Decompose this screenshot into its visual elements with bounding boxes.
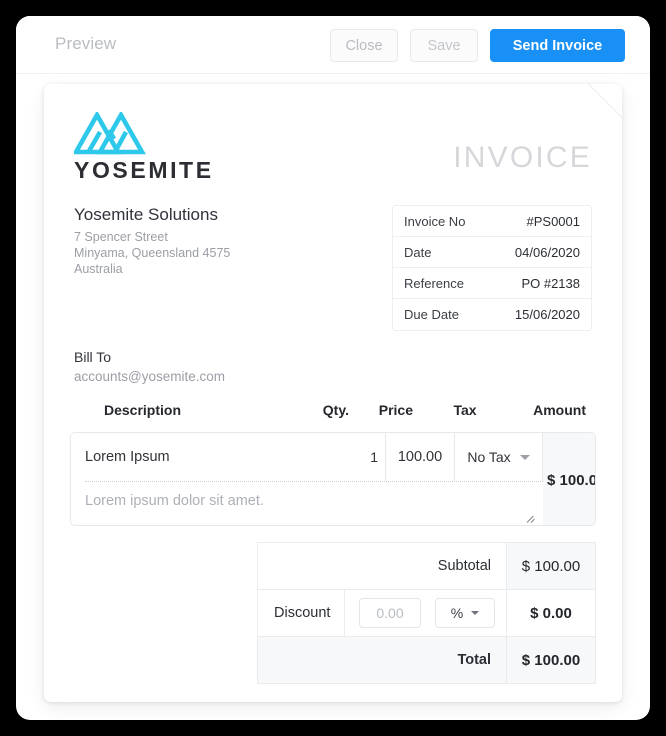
meta-value: #PS0001 [526,213,581,229]
meta-row-invoice-no: Invoice No #PS0001 [393,206,591,237]
meta-value: 04/06/2020 [514,244,580,260]
discount-value: $ 0.00 [506,590,595,636]
discount-type-value: % [450,605,464,621]
total-value: $ 100.00 [506,637,595,683]
meta-value: PO #2138 [521,275,580,291]
line-item-fields: Lorem Ipsum 1 100.00 No Tax $ 100.00 [71,433,595,525]
subtotal-value: $ 100.00 [506,543,595,589]
discount-amount-input[interactable]: 0.00 [359,598,421,628]
column-header-tax: Tax [453,402,477,418]
line-item-amount-value: $ 100.00 [547,471,595,489]
line-item-tax-value: No Tax [467,449,511,465]
brand-logo: YOSEMITE [74,112,234,182]
company-address-line: Australia [74,262,123,277]
line-items-header: Description Qty. Price Tax Amount [74,402,592,426]
discount-controls: 0.00 % [345,590,506,636]
save-button[interactable]: Save [410,29,478,62]
column-header-qty: Qty. [322,402,349,418]
brand-wordmark: YOSEMITE [74,157,214,183]
meta-label: Reference [404,275,464,291]
meta-label: Invoice No [404,213,466,229]
line-item-amount: $ 100.00 [543,433,595,525]
meta-row-reference: Reference PO #2138 [393,268,591,299]
meta-row-due-date: Due Date 15/06/2020 [393,299,591,330]
mountain-icon [74,112,146,155]
totals-table: Subtotal $ 100.00 Discount 0.00 % $ 0.00… [257,542,596,684]
preview-toolbar: Preview Close Save Send Invoice [16,16,650,74]
invoice-card-content: YOSEMITE INVOICE Yosemite Solutions 7 Sp… [44,84,622,702]
discount-label: Discount [258,590,345,636]
column-header-amount: Amount [533,402,586,418]
invoice-meta-table: Invoice No #PS0001 Date 04/06/2020 Refer… [392,205,592,331]
page-title: Preview [55,34,117,53]
totals-row-subtotal: Subtotal $ 100.00 [257,542,596,589]
column-header-description: Description [104,402,182,418]
subtotal-label: Subtotal [437,558,491,574]
discount-type-select[interactable]: % [435,598,495,628]
close-button[interactable]: Close [330,29,398,62]
bill-to-email[interactable]: accounts@yosemite.com [74,369,225,384]
chevron-down-icon [471,611,480,615]
invoice-card: YOSEMITE INVOICE Yosemite Solutions 7 Sp… [44,84,622,702]
bill-to-label: Bill To [74,349,112,365]
total-label: Total [457,652,491,668]
company-address-line: Minyama, Queensland 4575 [74,246,231,261]
company-address: 7 Spencer Street Minyama, Queensland 457… [74,229,374,277]
line-item-price-input[interactable]: 100.00 [386,433,455,481]
meta-label: Date [404,244,432,260]
chevron-down-icon [519,454,530,460]
table-row: Lorem Ipsum 1 100.00 No Tax $ 100.00 Lor… [70,432,596,526]
bill-to-block: Bill To accounts@yosemite.com [74,349,225,384]
company-address-line: 7 Spencer Street [74,230,168,245]
invoice-heading: INVOICE [453,141,592,174]
totals-row-total: Total $ 100.00 [257,636,596,684]
totals-row-discount: Discount 0.00 % $ 0.00 [257,589,596,636]
column-header-price: Price [378,402,413,418]
app-viewport: Preview Close Save Send Invoice YOSEMITE [16,16,650,720]
line-item-description-input[interactable]: Lorem Ipsum [71,433,344,481]
line-item-qty-input[interactable]: 1 [344,433,386,481]
meta-value: 15/06/2020 [514,307,580,322]
folded-corner-decoration [588,84,622,118]
company-block: Yosemite Solutions 7 Spencer Street Miny… [74,204,374,277]
company-name: Yosemite Solutions [74,205,218,224]
meta-row-date: Date 04/06/2020 [393,237,591,268]
resize-handle-icon[interactable] [526,513,536,523]
send-invoice-button[interactable]: Send Invoice [490,29,625,62]
meta-label: Due Date [404,307,459,322]
line-item-tax-select[interactable]: No Tax [455,433,543,481]
screen-frame: Preview Close Save Send Invoice YOSEMITE [0,0,666,736]
line-item-note-textarea[interactable]: Lorem ipsum dolor sit amet. [71,482,543,525]
